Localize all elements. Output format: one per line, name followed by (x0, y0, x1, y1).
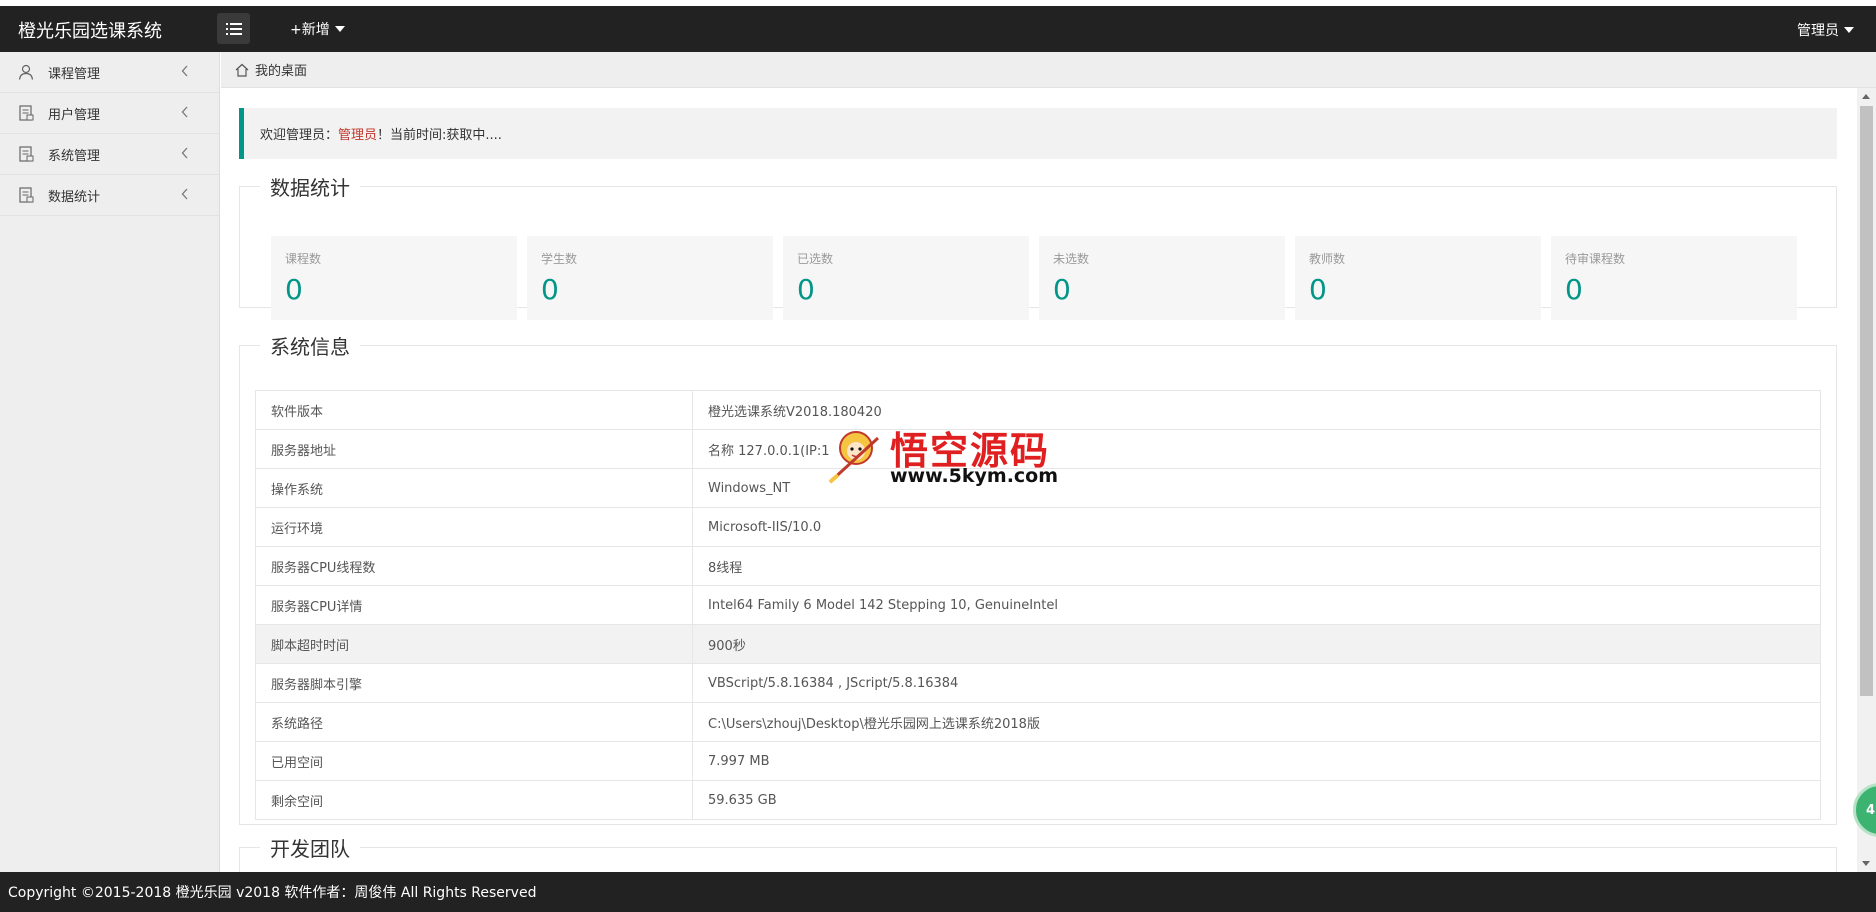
caret-down-icon (1844, 27, 1854, 33)
info-key: 已用空间 (255, 741, 693, 781)
info-key: 服务器地址 (255, 429, 693, 469)
info-key: 脚本超时时间 (255, 624, 693, 664)
footer: Copyright ©2015-2018 橙光乐园 v2018 软件作者：周俊伟… (0, 872, 1876, 912)
info-value: VBScript/5.8.16384 , JScript/5.8.16384 (692, 663, 1821, 703)
info-key: 软件版本 (255, 390, 693, 430)
document-icon (18, 146, 34, 162)
info-value: Microsoft-IIS/10.0 (692, 507, 1821, 547)
info-key: 剩余空间 (255, 780, 693, 820)
info-value: 7.997 MB (692, 741, 1821, 781)
document-icon (18, 187, 34, 203)
info-key: 服务器CPU线程数 (255, 546, 693, 586)
sidebar-item-label: 课程管理 (48, 66, 101, 82)
table-row: 脚本超时时间 900秒 (255, 624, 1821, 664)
watermark-url: www.5kym.com (890, 465, 1059, 487)
user-icon (18, 64, 34, 80)
watermark: 悟空源码 www.5kym.com (826, 420, 1059, 490)
scroll-up-arrow-icon[interactable] (1862, 94, 1870, 99)
table-row: 运行环境 Microsoft-IIS/10.0 (255, 507, 1821, 547)
info-key: 服务器CPU详情 (255, 585, 693, 625)
stat-value: 0 (1309, 273, 1327, 306)
list-icon (225, 22, 242, 35)
table-row: 已用空间 7.997 MB (255, 741, 1821, 781)
sidebar-item-course-management[interactable]: 课程管理 (0, 52, 219, 93)
content-scrollbar[interactable] (1857, 88, 1876, 872)
welcome-banner: 欢迎管理员： 管理员 ！当前时间:获取中.... (239, 108, 1837, 159)
monkey-logo-icon (828, 431, 880, 484)
stat-card-pending-courses[interactable]: 待审课程数 0 (1551, 236, 1797, 320)
welcome-admin-name: 管理员 (338, 128, 378, 143)
chevron-left-icon (181, 65, 188, 77)
table-row: 服务器脚本引擎 VBScript/5.8.16384 , JScript/5.8.… (255, 663, 1821, 703)
admin-user-menu[interactable]: 管理员 (1797, 20, 1854, 40)
stat-card-teachers[interactable]: 教师数 0 (1295, 236, 1541, 320)
sidebar-item-label: 数据统计 (48, 189, 101, 205)
stat-value: 0 (1053, 273, 1071, 306)
stat-label: 课程数 (285, 252, 322, 266)
dev-team-title: 开发团队 (270, 837, 350, 861)
stat-label: 学生数 (541, 252, 578, 266)
caret-down-icon (334, 26, 345, 32)
system-info-title: 系统信息 (270, 335, 350, 359)
table-row: 服务器CPU详情 Intel64 Family 6 Model 142 Stepp… (255, 585, 1821, 625)
chevron-left-icon (181, 188, 188, 200)
stat-label: 未选数 (1053, 252, 1090, 266)
chevron-left-icon (181, 147, 188, 159)
scroll-thumb[interactable] (1860, 106, 1873, 696)
floating-badge-text: 41 (1866, 802, 1876, 818)
sidebar-item-label: 系统管理 (48, 148, 101, 164)
sidebar-item-data-statistics[interactable]: 数据统计 (0, 175, 219, 216)
stats-panel: 数据统计 课程数 0 学生数 0 已选数 0 未选数 0 教师数 0 待审课程数… (239, 172, 1837, 320)
stat-value: 0 (797, 273, 815, 306)
home-icon (235, 63, 249, 77)
table-row: 系统路径 C:\Users\zhouj\Desktop\橙光乐园网上选课系统201… (255, 702, 1821, 742)
scroll-down-arrow-icon[interactable] (1862, 861, 1870, 866)
info-value: 900秒 (692, 624, 1821, 664)
info-value: Intel64 Family 6 Model 142 Stepping 10, … (692, 585, 1821, 625)
stat-card-courses[interactable]: 课程数 0 (271, 236, 517, 320)
stat-value: 0 (1565, 273, 1583, 306)
info-key: 服务器脚本引擎 (255, 663, 693, 703)
add-new-menu[interactable]: +新增 (290, 19, 345, 39)
top-navbar: 橙光乐园选课系统 +新增 管理员 (0, 0, 1876, 52)
stat-card-unselected[interactable]: 未选数 0 (1039, 236, 1285, 320)
welcome-time-text: ！当前时间:获取中.... (377, 128, 502, 143)
add-new-label: +新增 (290, 22, 330, 38)
stat-value: 0 (285, 273, 303, 306)
sidebar: 课程管理 用户管理 系统管理 数据统计 (0, 52, 220, 872)
stat-label: 待审课程数 (1565, 252, 1626, 266)
stat-label: 教师数 (1309, 252, 1346, 266)
sidebar-item-system-management[interactable]: 系统管理 (0, 134, 219, 175)
info-value: 8线程 (692, 546, 1821, 586)
stat-value: 0 (541, 273, 559, 306)
copyright-text: Copyright ©2015-2018 橙光乐园 v2018 软件作者：周俊伟… (8, 885, 537, 901)
info-key: 运行环境 (255, 507, 693, 547)
welcome-prefix: 欢迎管理员： (260, 128, 339, 143)
info-key: 系统路径 (255, 702, 693, 742)
table-row: 服务器CPU线程数 8线程 (255, 546, 1821, 586)
admin-user-label: 管理员 (1797, 23, 1839, 39)
app-title[interactable]: 橙光乐园选课系统 (18, 17, 162, 43)
sidebar-toggle-button[interactable] (217, 13, 250, 44)
stat-card-students[interactable]: 学生数 0 (527, 236, 773, 320)
breadcrumb: 我的桌面 (221, 52, 1876, 88)
stats-title: 数据统计 (270, 176, 350, 200)
dev-team-panel: 开发团队 (239, 833, 1837, 872)
sidebar-item-label: 用户管理 (48, 107, 101, 123)
info-value: C:\Users\zhouj\Desktop\橙光乐园网上选课系统2018版 (692, 702, 1821, 742)
chevron-left-icon (181, 106, 188, 118)
sidebar-item-user-management[interactable]: 用户管理 (0, 93, 219, 134)
info-key: 操作系统 (255, 468, 693, 508)
info-value: 59.635 GB (692, 780, 1821, 820)
table-row: 剩余空间 59.635 GB (255, 780, 1821, 820)
system-info-panel: 系统信息 软件版本 橙光选课系统V2018.180420 服务器地址 名称 127.… (239, 331, 1837, 825)
stat-card-selected[interactable]: 已选数 0 (783, 236, 1029, 320)
tab-my-desktop[interactable]: 我的桌面 (255, 60, 307, 79)
stat-label: 已选数 (797, 252, 834, 266)
document-icon (18, 105, 34, 121)
